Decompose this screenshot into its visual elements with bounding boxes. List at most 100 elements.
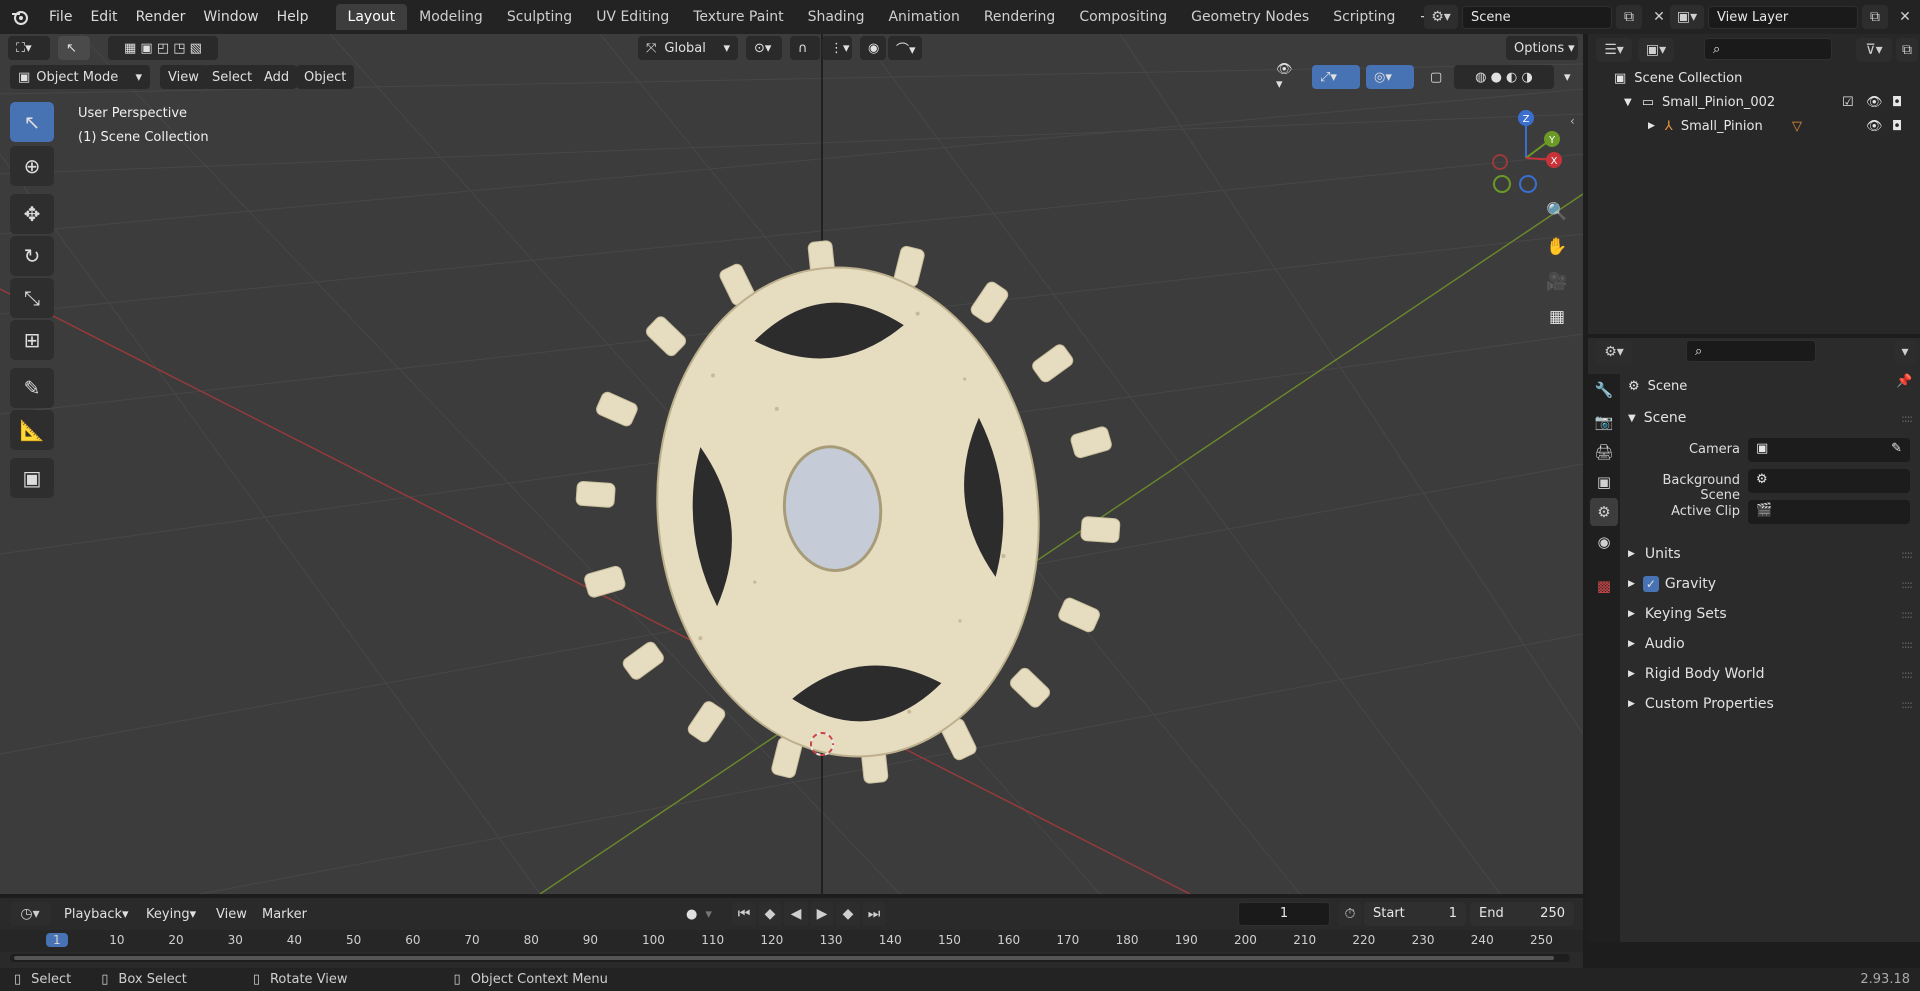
drag-handle-icon[interactable]: :::: (1901, 668, 1913, 681)
snap-target-icon[interactable]: ⋮▾ (822, 36, 852, 60)
keying-sets-panel-header[interactable]: ▶ Keying Sets (1628, 602, 1727, 626)
texture-tab-icon[interactable]: ▩ (1590, 572, 1618, 600)
pan-hand-icon[interactable]: ✋ (1542, 232, 1572, 262)
tool-tab-icon[interactable]: 🔧 (1590, 376, 1618, 404)
play-reverse-icon[interactable]: ◀ (784, 902, 808, 926)
marker-menu[interactable]: Marker (254, 902, 315, 926)
tab-uv-editing[interactable]: UV Editing (584, 4, 681, 30)
shading-dropdown-icon[interactable]: ▾ (1556, 65, 1578, 89)
grid-view-icon[interactable]: ▦ (1542, 302, 1572, 332)
world-tab-icon[interactable]: ◉ (1590, 528, 1618, 556)
timeline-view-menu[interactable]: View (208, 902, 255, 926)
outliner-item-small-pinion-002[interactable]: ▼ ▭ Small_Pinion_002 ☑ 👁 ◘ (1588, 90, 1920, 114)
menu-view[interactable]: View (160, 65, 207, 89)
display-mode-icon[interactable]: ▣▾ (1638, 38, 1674, 62)
tab-sculpting[interactable]: Sculpting (495, 4, 584, 30)
3d-viewport[interactable]: Z Y X ⛶▾ ↖ ▦ ▣ ◰ ◳ ▧ ▣ Object Mode ▾ Vie… (0, 34, 1583, 894)
prev-keyframe-icon[interactable]: ◆ (758, 902, 782, 926)
remove-scene-icon[interactable]: ✕ (1646, 5, 1672, 29)
outliner-root-row[interactable]: ▣ Scene Collection (1588, 66, 1920, 90)
drag-handle-icon[interactable]: :::: (1901, 578, 1913, 591)
view-layer-icon[interactable]: ▣▾ (1670, 5, 1704, 29)
current-frame-field[interactable]: 1 (1238, 902, 1330, 926)
jump-end-icon[interactable]: ⏭ (862, 902, 886, 926)
object-mode-dropdown[interactable]: ▣ Object Mode ▾ (10, 65, 150, 89)
drag-handle-icon[interactable]: :::: (1901, 698, 1913, 711)
camera-render-icon[interactable]: ◘ (1892, 119, 1902, 134)
transform-tool-icon[interactable]: ⊞ (10, 320, 54, 360)
render-tab-icon[interactable]: 📷 (1590, 408, 1618, 436)
stopwatch-icon[interactable]: ⏱ (1338, 902, 1362, 926)
drag-handle-icon[interactable]: :::: (1901, 548, 1913, 561)
eye-icon[interactable]: 👁 (1866, 119, 1883, 134)
timeline-scrollbar[interactable] (10, 954, 1570, 962)
properties-options-icon[interactable]: ▾ (1894, 340, 1916, 364)
menu-select[interactable]: Select (204, 65, 261, 89)
frame-ruler[interactable]: 1 10 20 30 40 50 60 70 80 90 100 110 120 130 140 150 160… (0, 930, 1583, 952)
menu-add[interactable]: Add (256, 65, 298, 89)
sidebar-toggle-icon[interactable]: ‹ (1570, 114, 1575, 128)
timeline-editor-icon[interactable]: ◷▾ (10, 902, 50, 926)
menu-edit[interactable]: Edit (81, 9, 126, 25)
next-keyframe-icon[interactable]: ◆ (836, 902, 860, 926)
new-collection-icon[interactable]: ⧉ (1896, 38, 1918, 62)
measure-tool-icon[interactable]: 📐 (10, 410, 54, 450)
units-panel-header[interactable]: ▶ Units (1628, 542, 1681, 566)
record-button[interactable]: ● ▾ (678, 902, 722, 926)
scene-icon[interactable]: ⚙▾ (1424, 5, 1458, 29)
tab-scripting[interactable]: Scripting (1321, 4, 1407, 30)
drag-handle-icon[interactable]: :::: (1901, 608, 1913, 621)
pin-icon[interactable]: 📌 (1896, 374, 1912, 389)
properties-search-input[interactable]: ⌕ (1686, 340, 1816, 362)
shading-mode-icons[interactable]: ◍ ● ◐ ◑ (1454, 65, 1554, 89)
zoom-icon[interactable]: 🔍 (1542, 197, 1572, 227)
audio-panel-header[interactable]: ▶ Audio (1628, 632, 1685, 656)
blender-logo-icon[interactable] (0, 8, 40, 26)
scale-tool-icon[interactable]: ⤡ (10, 278, 54, 318)
transform-orientation-dropdown[interactable]: ⤧ Global ▾ (638, 36, 738, 60)
scene-name-field[interactable]: Scene (1462, 5, 1612, 29)
menu-help[interactable]: Help (268, 9, 318, 25)
options-dropdown[interactable]: Options ▾ (1506, 36, 1578, 60)
end-frame-field[interactable]: End 250 (1470, 902, 1574, 926)
exclude-checkbox-icon[interactable]: ☑ (1842, 95, 1854, 110)
scene-panel-header[interactable]: ▼ Scene (1628, 406, 1686, 430)
proportional-edit-icon[interactable]: ◉ (860, 36, 886, 60)
camera-view-icon[interactable]: 🎥 (1542, 267, 1572, 297)
camera-field[interactable]: ▣ ✎ (1748, 438, 1910, 462)
move-tool-icon[interactable]: ✥ (10, 194, 54, 234)
playback-menu[interactable]: Playback ▾ (56, 902, 134, 926)
tab-shading[interactable]: Shading (796, 4, 877, 30)
select-box-tool-icon[interactable]: ↖ (10, 102, 54, 142)
expand-arrow-icon[interactable]: ▶ (1648, 121, 1655, 131)
remove-view-layer-icon[interactable]: ✕ (1892, 5, 1918, 29)
play-icon[interactable]: ▶ (810, 902, 834, 926)
view-layer-tab-icon[interactable]: ▣ (1590, 468, 1618, 496)
outliner-search-input[interactable]: ⌕ (1704, 38, 1832, 60)
menu-window[interactable]: Window (194, 9, 267, 25)
select-tool-icon[interactable]: ↖ (58, 36, 90, 60)
custom-properties-panel-header[interactable]: ▶ Custom Properties (1628, 692, 1774, 716)
eye-icon[interactable]: 👁 (1866, 95, 1883, 110)
keying-menu[interactable]: Keying ▾ (138, 902, 204, 926)
gravity-panel-header[interactable]: ▶ ✓ Gravity (1628, 572, 1716, 596)
tab-geometry-nodes[interactable]: Geometry Nodes (1179, 4, 1321, 30)
overlay-toggle-icon[interactable]: ◎▾ (1366, 65, 1414, 89)
tab-compositing[interactable]: Compositing (1067, 4, 1179, 30)
gravity-checkbox[interactable]: ✓ (1642, 576, 1659, 592)
tab-modeling[interactable]: Modeling (407, 4, 495, 30)
camera-render-icon[interactable]: ◘ (1892, 95, 1902, 110)
active-clip-field[interactable]: 🎬 (1748, 500, 1910, 524)
annotate-tool-icon[interactable]: ✎ (10, 368, 54, 408)
rigid-body-world-panel-header[interactable]: ▶ Rigid Body World (1628, 662, 1765, 686)
tab-texture-paint[interactable]: Texture Paint (681, 4, 795, 30)
cursor-tool-icon[interactable]: ⊕ (10, 146, 54, 186)
mesh-data-icon[interactable]: ▽ (1792, 119, 1802, 134)
properties-editor-icon[interactable]: ⚙▾ (1596, 340, 1632, 364)
menu-object[interactable]: Object (296, 65, 355, 89)
eyedropper-icon[interactable]: ✎ (1891, 441, 1902, 456)
tab-layout[interactable]: Layout (335, 4, 408, 30)
menu-file[interactable]: File (40, 9, 81, 25)
visibility-icon[interactable]: 👁▾ (1268, 62, 1304, 92)
rotate-tool-icon[interactable]: ↻ (10, 236, 54, 276)
